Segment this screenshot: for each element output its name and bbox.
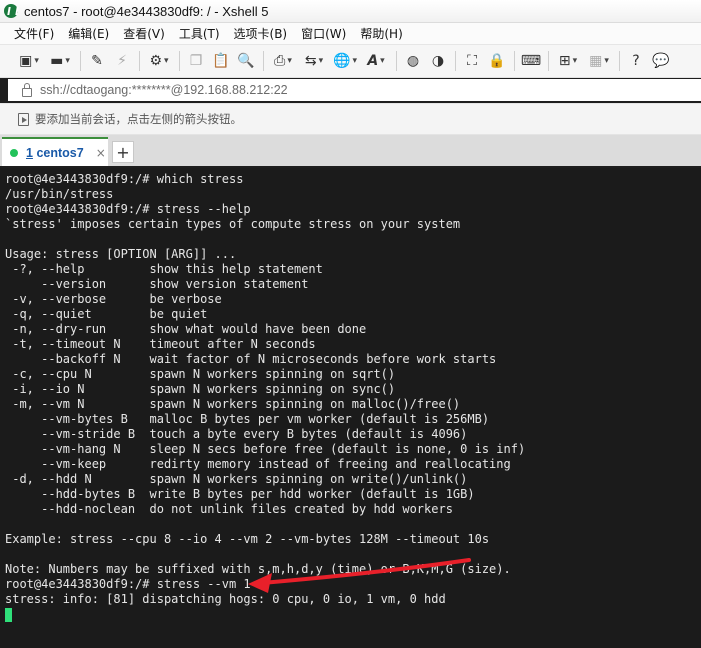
close-icon[interactable]: × bbox=[96, 146, 106, 160]
new-session-icon[interactable]: ▣ bbox=[16, 51, 42, 71]
font-icon[interactable]: A bbox=[363, 51, 389, 71]
window-title: centos7 - root@4e3443830df9: / - Xshell … bbox=[24, 3, 269, 19]
xshell-app-icon bbox=[4, 4, 18, 18]
menu-file[interactable]: 文件(F) bbox=[14, 25, 54, 42]
add-icon[interactable]: ⊞ bbox=[555, 51, 581, 71]
title-bar: centos7 - root@4e3443830df9: / - Xshell … bbox=[0, 0, 701, 23]
connected-status-icon bbox=[10, 148, 18, 157]
toolbar: ▣ ▬ ✎ ⚡ ⚙ ❐ 📋 🔍 ⎙ ⇆ 🌐 A ◍ ◑ ⛶ 🔒 ⌨ ⊞ ▦ ? … bbox=[0, 45, 701, 78]
terminal-line: -t, --timeout N timeout after N seconds bbox=[5, 337, 316, 351]
terminal-line: --vm-keep redirty memory instead of free… bbox=[5, 457, 511, 471]
toolbar-separator bbox=[396, 51, 397, 71]
toolbar-separator bbox=[139, 51, 140, 71]
reconnect-icon[interactable]: ✎ bbox=[87, 51, 107, 71]
terminal-line: --version show version statement bbox=[5, 277, 309, 291]
menu-window[interactable]: 窗口(W) bbox=[301, 25, 346, 42]
terminal-line: --hdd-noclean do not unlink files create… bbox=[5, 502, 453, 516]
terminal-line: -?, --help show this help statement bbox=[5, 262, 323, 276]
terminal-line: --vm-bytes B malloc B bytes per vm worke… bbox=[5, 412, 490, 426]
terminal-line: root@4e3443830df9:/# stress --help bbox=[5, 202, 251, 216]
terminal-cursor bbox=[5, 607, 12, 622]
terminal-line: /usr/bin/stress bbox=[5, 187, 114, 201]
fullscreen-icon[interactable]: ⛶ bbox=[462, 51, 482, 71]
toolbar-separator bbox=[619, 51, 620, 71]
disconnect-icon[interactable]: ⚡ bbox=[112, 51, 132, 71]
terminal-line: root@4e3443830df9:/# stress --vm 1 bbox=[5, 577, 251, 591]
menu-tabs[interactable]: 选项卡(B) bbox=[234, 25, 288, 42]
keyboard-icon[interactable]: ⌨ bbox=[521, 51, 541, 71]
toolbar-separator bbox=[263, 51, 264, 71]
terminal-line: stress: info: [81] dispatching hogs: 0 c… bbox=[5, 592, 446, 606]
terminal-line: --hdd-bytes B write B bytes per hdd work… bbox=[5, 487, 475, 501]
print-icon[interactable]: ⎙ bbox=[270, 51, 296, 71]
terminal-line: `stress' imposes certain types of comput… bbox=[5, 217, 461, 231]
terminal-output: root@4e3443830df9:/# which stress/usr/bi… bbox=[5, 172, 701, 607]
toolbar-separator bbox=[179, 51, 180, 71]
lock-icon[interactable]: 🔒 bbox=[487, 51, 507, 71]
terminal-line: Note: Numbers may be suffixed with s,m,h… bbox=[5, 562, 511, 576]
terminal-line: -q, --quiet be quiet bbox=[5, 307, 208, 321]
find-icon[interactable]: 🔍 bbox=[236, 51, 256, 71]
toolbar-separator bbox=[455, 51, 456, 71]
xftp-icon[interactable]: ◍ bbox=[403, 51, 423, 71]
chat-icon[interactable]: 💬 bbox=[651, 51, 671, 71]
terminal-line: -d, --hdd N spawn N workers spinning on … bbox=[5, 472, 468, 486]
address-bar[interactable]: ssh://cdtaogang:********@192.168.88.212:… bbox=[8, 79, 701, 101]
toolbar-separator bbox=[80, 51, 81, 71]
terminal-line: Example: stress --cpu 8 --io 4 --vm 2 --… bbox=[5, 532, 490, 546]
xmanager-icon[interactable]: ◑ bbox=[428, 51, 448, 71]
session-hint-bar: 要添加当前会话，点击左侧的箭头按钮。 bbox=[0, 103, 701, 135]
terminal-line: -v, --verbose be verbose bbox=[5, 292, 222, 306]
help-icon[interactable]: ? bbox=[626, 51, 646, 71]
layout-icon[interactable]: ▦ bbox=[586, 51, 612, 71]
hint-text: 要添加当前会话，点击左侧的箭头按钮。 bbox=[35, 112, 242, 126]
terminal-line: -i, --io N spawn N workers spinning on s… bbox=[5, 382, 396, 396]
new-tab-button[interactable]: + bbox=[112, 141, 134, 163]
toolbar-separator bbox=[514, 51, 515, 71]
menu-tools[interactable]: 工具(T) bbox=[179, 25, 220, 42]
copy-icon[interactable]: ❐ bbox=[186, 51, 206, 71]
lock-icon bbox=[22, 82, 32, 97]
address-text: ssh://cdtaogang:********@192.168.88.212:… bbox=[40, 83, 288, 97]
tab-centos7[interactable]: 1 centos7 × bbox=[2, 137, 108, 166]
menu-edit[interactable]: 编辑(E) bbox=[68, 25, 109, 42]
open-folder-icon[interactable]: ▬ bbox=[47, 51, 73, 71]
menu-view[interactable]: 查看(V) bbox=[123, 25, 165, 42]
terminal-line: Usage: stress [OPTION [ARG]] ... bbox=[5, 247, 237, 261]
tab-label: 1 centos7 bbox=[26, 145, 84, 160]
transfer-icon[interactable]: ⇆ bbox=[301, 51, 327, 71]
paste-icon[interactable]: 📋 bbox=[211, 51, 231, 71]
terminal-line: -m, --vm N spawn N workers spinning on m… bbox=[5, 397, 461, 411]
add-session-arrow-icon[interactable] bbox=[18, 112, 29, 126]
terminal-prompt-line bbox=[5, 607, 701, 622]
terminal-line: --vm-stride B touch a byte every B bytes… bbox=[5, 427, 468, 441]
terminal-line: --vm-hang N sleep N secs before free (de… bbox=[5, 442, 526, 456]
terminal-line: --backoff N wait factor of N microsecond… bbox=[5, 352, 497, 366]
menu-bar: 文件(F) 编辑(E) 查看(V) 工具(T) 选项卡(B) 窗口(W) 帮助(… bbox=[0, 23, 701, 45]
properties-icon[interactable]: ⚙ bbox=[146, 51, 172, 71]
terminal[interactable]: root@4e3443830df9:/# which stress/usr/bi… bbox=[0, 168, 701, 648]
toolbar-separator bbox=[548, 51, 549, 71]
tab-bar: 1 centos7 × + bbox=[0, 135, 701, 166]
terminal-line: root@4e3443830df9:/# which stress bbox=[5, 172, 244, 186]
menu-help[interactable]: 帮助(H) bbox=[360, 25, 402, 42]
terminal-line: -c, --cpu N spawn N workers spinning on … bbox=[5, 367, 396, 381]
globe-icon[interactable]: 🌐 bbox=[332, 51, 358, 71]
terminal-line: -n, --dry-run show what would have been … bbox=[5, 322, 367, 336]
